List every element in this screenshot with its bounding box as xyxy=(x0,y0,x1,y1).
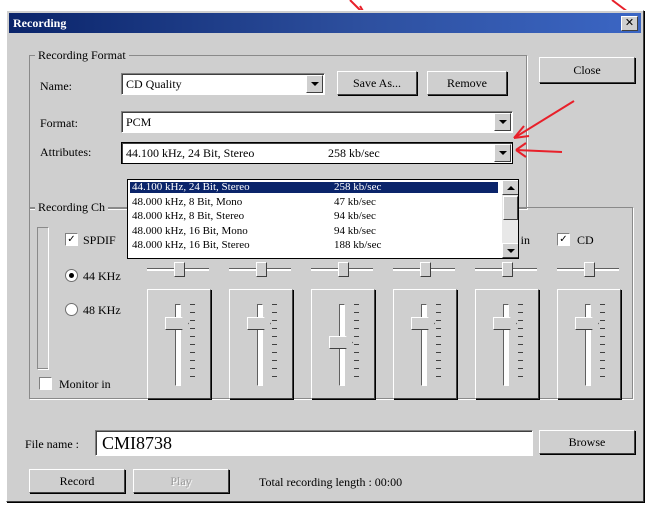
attributes-label: Attributes: xyxy=(40,145,92,159)
fader-track xyxy=(585,304,591,386)
format-dropdown-arrow-icon[interactable] xyxy=(494,113,511,131)
line-in-checkbox[interactable]: ✓ xyxy=(557,233,570,246)
remove-button[interactable]: Remove xyxy=(427,71,507,95)
dropdown-item-rate: 258 kb/sec xyxy=(334,181,382,193)
attributes-select-value: 44.100 kHz, 24 Bit, Stereo xyxy=(126,146,255,160)
recording-dialog: Recording ✕ Recording Format Name: CD Qu… xyxy=(6,10,644,502)
scroll-down-arrow-icon[interactable] xyxy=(502,243,518,258)
monitor-label: Monitor in xyxy=(59,377,111,391)
fader-thumb[interactable] xyxy=(575,317,599,330)
fader-thumb[interactable] xyxy=(411,317,435,330)
fader-4[interactable] xyxy=(393,289,457,399)
fader-thumb[interactable] xyxy=(493,317,517,330)
format-select[interactable]: PCM xyxy=(121,111,513,133)
fader-5[interactable] xyxy=(475,289,539,399)
recording-channel-legend: Recording Ch xyxy=(35,200,108,215)
fader-track xyxy=(421,304,427,386)
name-select-value: CD Quality xyxy=(126,77,182,91)
balance-slider[interactable] xyxy=(311,261,373,277)
fader-ticks xyxy=(272,304,277,384)
balance-thumb[interactable] xyxy=(502,262,513,277)
fader-ticks xyxy=(354,304,359,384)
name-dropdown-arrow-icon[interactable] xyxy=(306,75,323,93)
fader-ticks xyxy=(600,304,605,384)
attributes-select[interactable]: 44.100 kHz, 24 Bit, Stereo 258 kb/sec xyxy=(121,142,513,164)
dropdown-item-rate: 188 kb/sec xyxy=(334,239,382,251)
balance-thumb[interactable] xyxy=(420,262,431,277)
fader-thumb[interactable] xyxy=(329,336,353,349)
name-select[interactable]: CD Quality xyxy=(121,73,325,95)
rate-44-label: 44 KHz xyxy=(83,269,121,283)
file-name-input[interactable]: CMI8738 xyxy=(95,430,533,456)
play-button[interactable]: Play xyxy=(133,469,229,493)
fader-track xyxy=(175,304,181,386)
cd-label: CD xyxy=(577,233,594,247)
dropdown-item[interactable]: 48.000 kHz, 8 Bit, Stereo 94 kb/sec xyxy=(130,211,498,222)
window-title: Recording xyxy=(13,16,67,30)
scroll-up-arrow-icon[interactable] xyxy=(502,180,518,195)
attributes-dropdown-arrow-icon[interactable] xyxy=(494,144,511,162)
fader-track xyxy=(257,304,263,386)
rate-48-label: 48 KHz xyxy=(83,303,121,317)
dropdown-item-name: 48.000 kHz, 16 Bit, Mono xyxy=(132,224,248,237)
title-bar: Recording ✕ xyxy=(9,13,641,33)
spdif-checkbox[interactable]: ✓ xyxy=(65,233,78,246)
balance-thumb[interactable] xyxy=(256,262,267,277)
title-close-icon[interactable]: ✕ xyxy=(621,16,638,31)
fader-6[interactable] xyxy=(557,289,621,399)
close-button[interactable]: Close xyxy=(539,57,635,83)
fader-ticks xyxy=(190,304,195,384)
name-label: Name: xyxy=(40,79,72,93)
balance-thumb[interactable] xyxy=(174,262,185,277)
fader-ticks xyxy=(518,304,523,384)
record-button[interactable]: Record xyxy=(29,469,125,493)
format-label: Format: xyxy=(40,116,78,130)
fader-2[interactable] xyxy=(229,289,293,399)
dropdown-item[interactable]: 48.000 kHz, 16 Bit, Stereo 188 kb/sec xyxy=(130,240,498,251)
dropdown-item-rate: 47 kb/sec xyxy=(334,195,376,208)
channel-left-panel xyxy=(37,227,48,369)
file-name-label: File name : xyxy=(25,437,79,451)
dropdown-item[interactable]: 48.000 kHz, 8 Bit, Mono 47 kb/sec xyxy=(130,195,498,208)
scroll-thumb[interactable] xyxy=(503,196,518,220)
recording-format-legend: Recording Format xyxy=(35,48,129,63)
fader-track xyxy=(503,304,509,386)
dropdown-item-rate: 94 kb/sec xyxy=(334,224,376,237)
dropdown-item-name: 44.100 kHz, 24 Bit, Stereo xyxy=(132,181,250,193)
format-select-value: PCM xyxy=(126,115,152,129)
dropdown-item[interactable]: 48.000 kHz, 16 Bit, Mono 94 kb/sec xyxy=(130,224,498,237)
attributes-select-rate: 258 kb/sec xyxy=(328,146,380,160)
rate-44-radio[interactable] xyxy=(65,269,78,282)
browse-button[interactable]: Browse xyxy=(539,430,635,454)
fader-thumb[interactable] xyxy=(165,317,189,330)
balance-slider[interactable] xyxy=(557,261,619,277)
dropdown-item-name: 48.000 kHz, 8 Bit, Mono xyxy=(132,195,243,208)
dropdown-item-name: 48.000 kHz, 8 Bit, Stereo xyxy=(132,210,245,222)
dropdown-item-rate: 94 kb/sec xyxy=(334,210,376,222)
save-as-button[interactable]: Save As... xyxy=(337,71,417,95)
balance-slider[interactable] xyxy=(147,261,209,277)
spdif-label: SPDIF xyxy=(83,233,116,247)
total-length-text: Total recording length : 00:00 xyxy=(259,475,403,489)
balance-slider[interactable] xyxy=(475,261,537,277)
fader-1[interactable] xyxy=(147,289,211,399)
attributes-dropdown-list[interactable]: 44.100 kHz, 24 Bit, Stereo 258 kb/sec 48.0… xyxy=(127,179,519,259)
balance-thumb[interactable] xyxy=(338,262,349,277)
dropdown-item-name: 48.000 kHz, 16 Bit, Stereo xyxy=(132,239,250,251)
fader-ticks xyxy=(436,304,441,384)
dropdown-scrollbar[interactable] xyxy=(502,180,518,258)
balance-slider[interactable] xyxy=(229,261,291,277)
file-name-value: CMI8738 xyxy=(102,433,173,453)
dropdown-item[interactable]: 44.100 kHz, 24 Bit, Stereo 258 kb/sec xyxy=(130,182,498,193)
fader-3[interactable] xyxy=(311,289,375,399)
fader-thumb[interactable] xyxy=(247,317,271,330)
balance-thumb[interactable] xyxy=(584,262,595,277)
balance-slider[interactable] xyxy=(393,261,455,277)
rate-48-radio[interactable] xyxy=(65,303,78,316)
monitor-checkbox[interactable] xyxy=(39,377,52,390)
